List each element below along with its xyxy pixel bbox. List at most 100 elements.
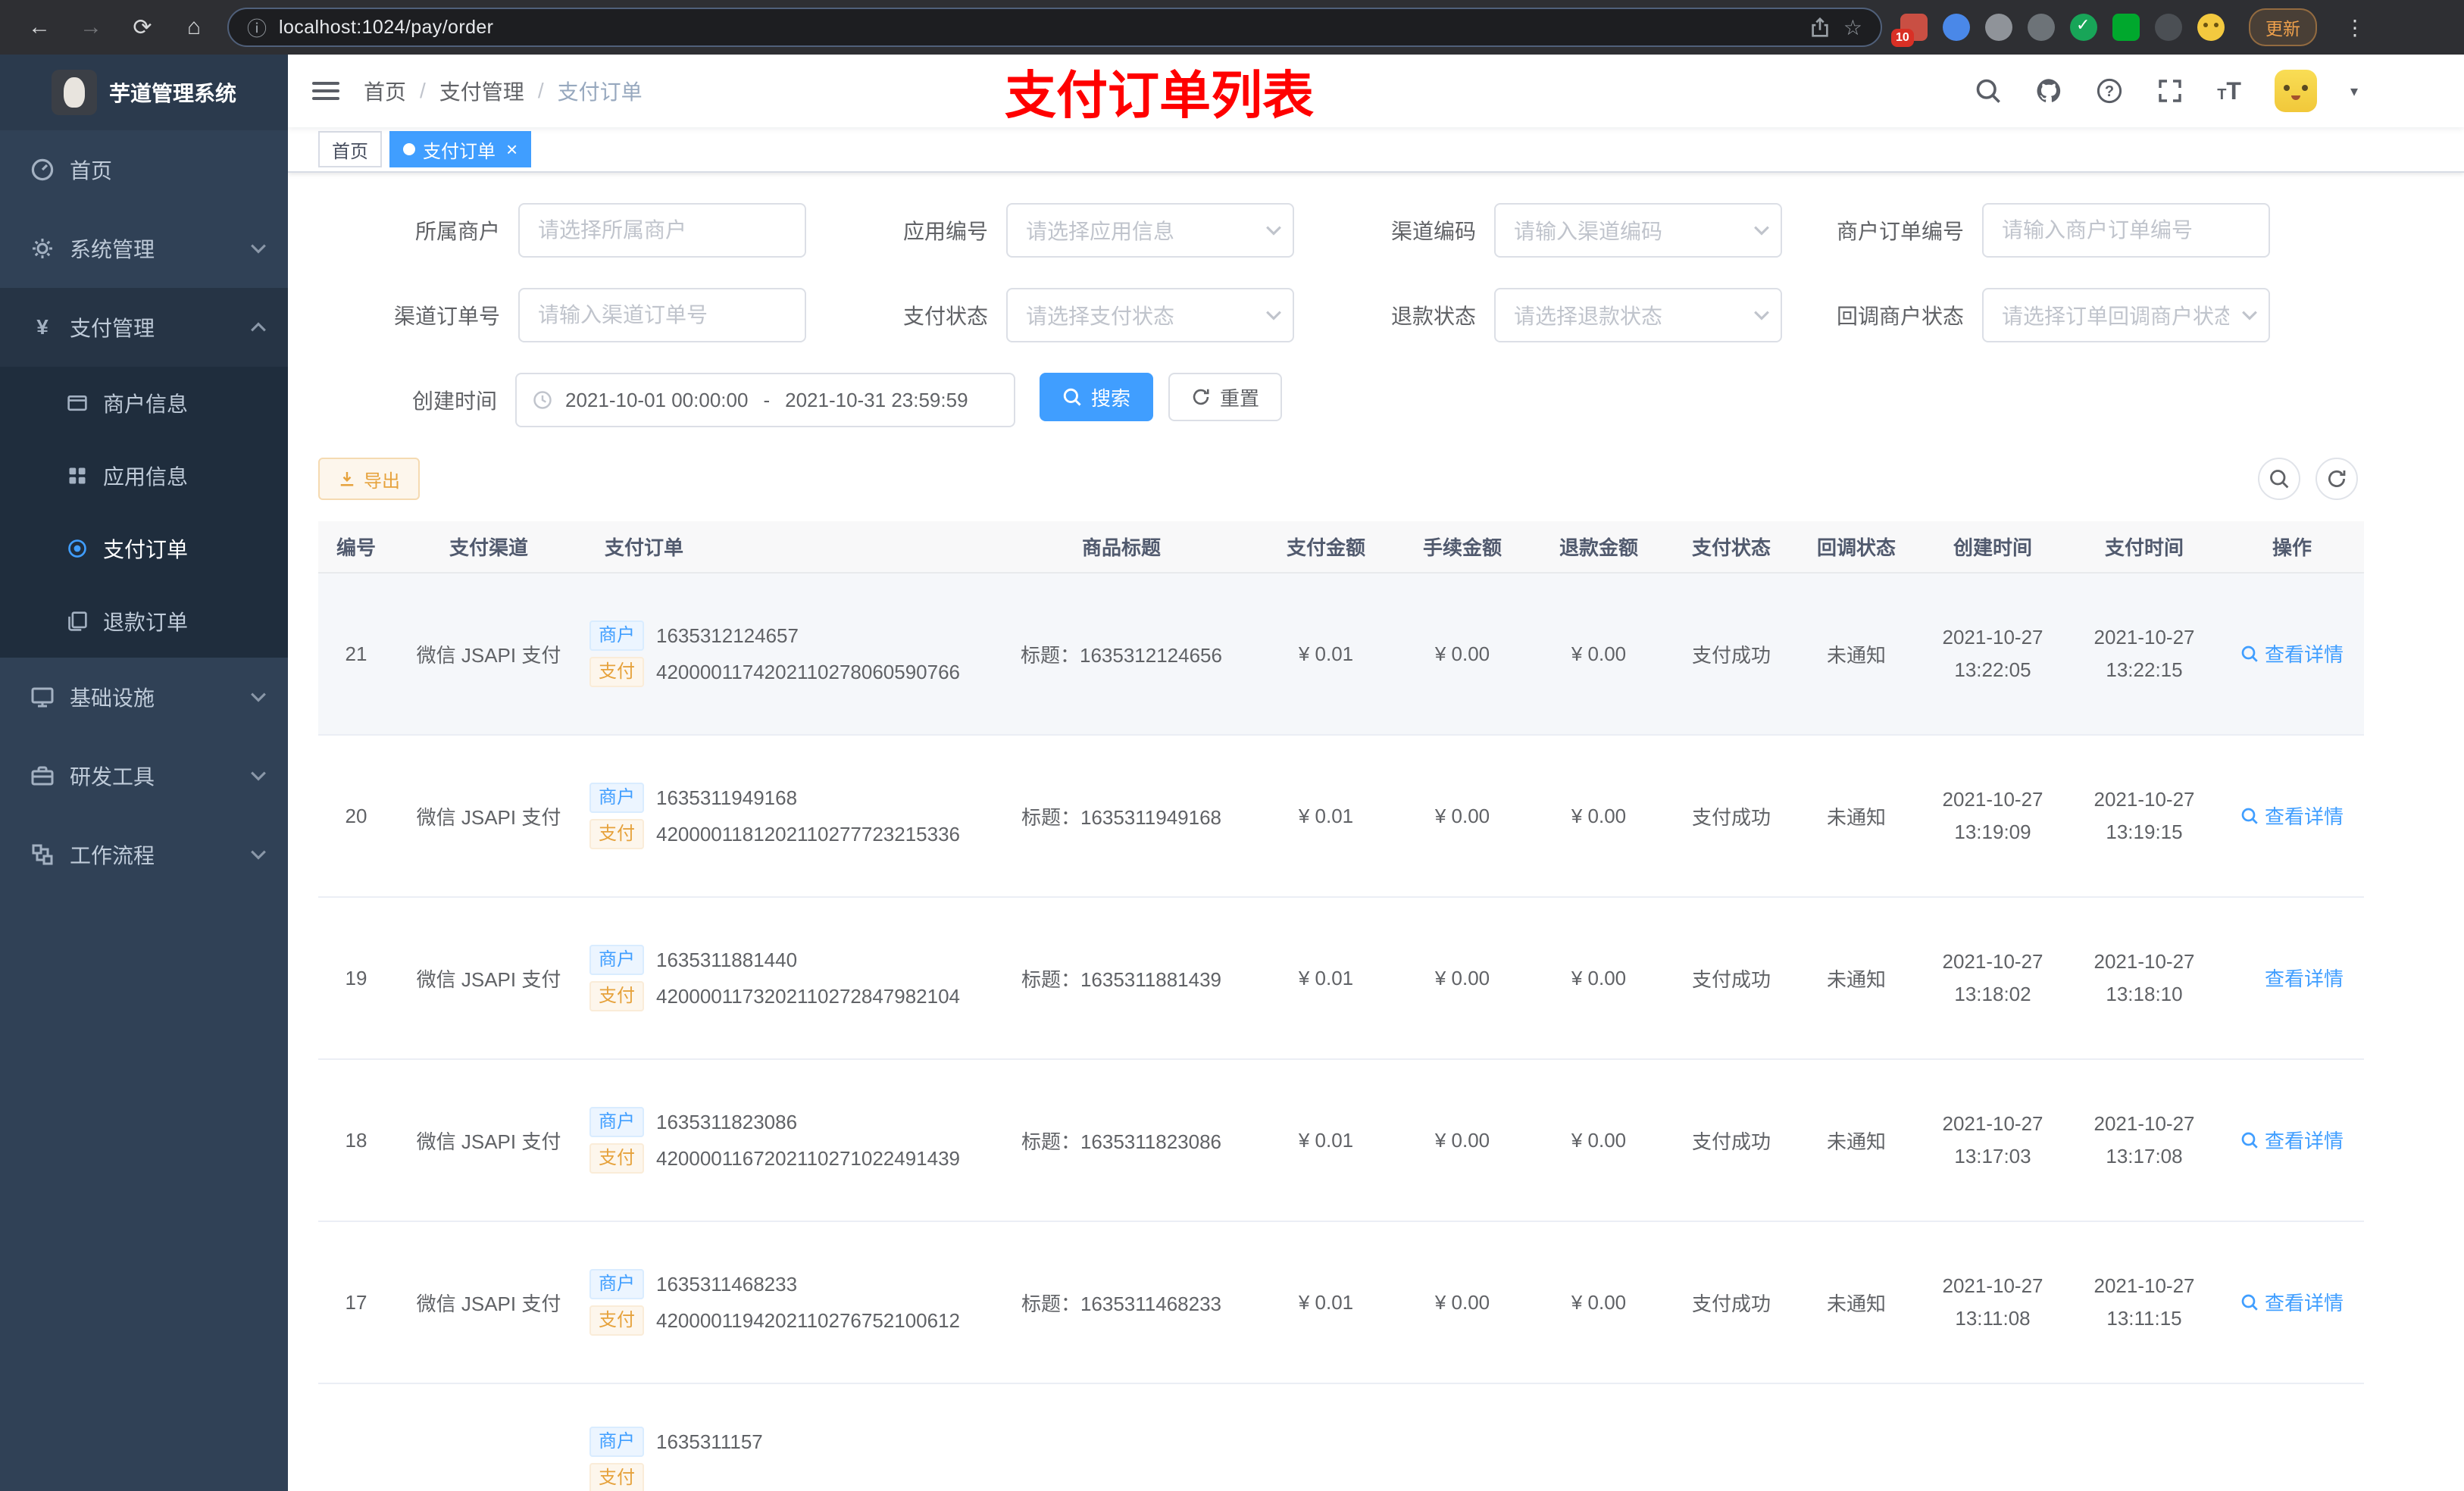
sidebar-item-label: 首页: [70, 159, 113, 183]
search-icon[interactable]: [1975, 77, 2002, 105]
browser-back-icon[interactable]: ←: [24, 14, 55, 40]
caret-down-icon[interactable]: ▾: [2350, 82, 2358, 101]
export-button[interactable]: 导出: [318, 458, 420, 500]
extension-icon-1[interactable]: 10: [1891, 14, 1928, 47]
chevron-down-icon: [1753, 310, 1770, 320]
breadcrumb-separator: /: [420, 79, 426, 102]
filter-refund-status: 退款状态 请选择退款状态: [1294, 288, 1782, 342]
title-cell: 标题：1635312124656: [985, 573, 1258, 736]
extension-icon-3[interactable]: [1985, 14, 2012, 41]
title-cell: 标题：1635311468233: [985, 1221, 1258, 1384]
merchant-badge: 商户: [589, 620, 644, 651]
help-icon[interactable]: ?: [2096, 77, 2123, 105]
search-button[interactable]: 搜索: [1040, 373, 1154, 421]
share-icon[interactable]: [1809, 16, 1831, 39]
sidebar-item-devtools[interactable]: 研发工具: [0, 736, 288, 815]
sidebar-subitem-app-info[interactable]: 应用信息: [0, 439, 288, 512]
tab-home[interactable]: 首页: [318, 131, 382, 167]
refund-status-select[interactable]: 请选择退款状态: [1494, 288, 1782, 342]
reset-button[interactable]: 重置: [1168, 373, 1283, 421]
filter-label: 回调商户状态: [1836, 305, 1964, 328]
close-icon[interactable]: ×: [506, 139, 518, 159]
browser-update-button[interactable]: 更新: [2249, 8, 2317, 46]
status-cell: 支付成功: [1667, 1059, 1796, 1222]
action-cell: 查看详情: [2220, 897, 2364, 1060]
document-icon: [67, 611, 88, 632]
breadcrumb-payment[interactable]: 支付管理: [439, 76, 524, 106]
notify-cell: 未通知: [1796, 1059, 1917, 1222]
view-detail-link[interactable]: 查看详情: [2240, 639, 2344, 667]
refresh-button[interactable]: [2315, 458, 2358, 500]
table-header-row: 编号 支付渠道 支付订单 商品标题 支付金额 手续金额 退款金额 支付状态 回调…: [318, 521, 2364, 574]
sidebar-subitem-merchant-info[interactable]: 商户信息: [0, 367, 288, 439]
sidebar-subitem-label: 商户信息: [103, 392, 189, 416]
sidebar-subitem-pay-order[interactable]: 支付订单: [0, 512, 288, 585]
browser-nav-buttons: ← → ⟳ ⌂: [15, 14, 218, 41]
pay-status-select[interactable]: 请选择支付状态: [1006, 288, 1294, 342]
sidebar-item-payment[interactable]: ¥ 支付管理: [0, 288, 288, 367]
table-toolbar: 导出: [318, 458, 2434, 500]
search-toggle-button[interactable]: [2258, 458, 2300, 500]
browser-forward-icon[interactable]: →: [76, 14, 106, 40]
create-time-cell: 2021-10-27 13:22:05: [1917, 573, 2068, 736]
view-detail-link[interactable]: 查看详情: [2240, 1288, 2344, 1316]
chevron-down-icon: [1265, 310, 1282, 320]
sidebar-subitem-refund-order[interactable]: 退款订单: [0, 585, 288, 658]
col-create-time: 创建时间: [1917, 521, 2068, 574]
id-cell: 18: [318, 1059, 394, 1222]
main-area: 首页 / 支付管理 / 支付订单 支付订单列表 ? TT ▾ 首页 支付订单 ×…: [288, 55, 2464, 1491]
notify-cell: 未通知: [1796, 573, 1917, 736]
notify-status-select[interactable]: 请选择订单回调商户状态: [1982, 288, 2270, 342]
browser-home-icon[interactable]: ⌂: [179, 14, 209, 40]
channel-cell: 微信 JSAPI 支付: [394, 573, 583, 736]
profile-avatar-icon[interactable]: [2197, 14, 2225, 41]
tab-label: 支付订单: [423, 141, 496, 162]
breadcrumb-home[interactable]: 首页: [364, 76, 406, 106]
channel-order-no-input[interactable]: [518, 288, 806, 342]
breadcrumb: 首页 / 支付管理 / 支付订单: [364, 76, 643, 106]
sidebar-item-infra[interactable]: 基础设施: [0, 658, 288, 736]
sidebar-item-workflow[interactable]: 工作流程: [0, 815, 288, 894]
title-cell: 标题：1635311881439: [985, 897, 1258, 1060]
fullscreen-icon[interactable]: [2156, 77, 2184, 105]
order-cell: 商户 1635311881440 支付 4200001173202110272847…: [583, 897, 985, 1060]
url-bar[interactable]: ⓘ localhost:1024/pay/order ☆: [227, 8, 1882, 47]
table-row: 17 微信 JSAPI 支付 商户 1635311468233 支付 4200001…: [318, 1221, 2364, 1384]
fee-cell: ¥ 0.00: [1394, 735, 1531, 898]
notify-cell: 未通知: [1796, 735, 1917, 898]
tab-pay-order[interactable]: 支付订单 ×: [389, 131, 532, 167]
font-size-icon[interactable]: TT: [2217, 77, 2241, 105]
user-avatar[interactable]: [2274, 70, 2317, 112]
col-id: 编号: [318, 521, 394, 574]
view-detail-link[interactable]: 查看详情: [2240, 964, 2344, 992]
sidebar-item-system[interactable]: 系统管理: [0, 209, 288, 288]
extension-icon-4[interactable]: [2028, 14, 2055, 41]
view-detail-link[interactable]: 查看详情: [2240, 802, 2344, 830]
fee-cell: ¥ 0.00: [1394, 573, 1531, 736]
date-range-input[interactable]: 2021-10-01 00:00:00 - 2021-10-31 23:59:5…: [515, 373, 1015, 427]
navbar-actions: ? TT ▾: [1975, 70, 2358, 112]
site-info-icon[interactable]: ⓘ: [247, 14, 267, 42]
amount-cell: ¥ 0.01: [1258, 735, 1394, 898]
browser-reload-icon[interactable]: ⟳: [127, 14, 158, 41]
order-cell: 商户 1635311949168 支付 4200001181202110277723…: [583, 735, 985, 898]
bookmark-star-icon[interactable]: ☆: [1843, 15, 1862, 40]
view-detail-link[interactable]: 查看详情: [2240, 1126, 2344, 1154]
sidebar-item-home[interactable]: 首页: [0, 130, 288, 209]
title-cell: 标题：1635311949168: [985, 735, 1258, 898]
app-id-select[interactable]: 请选择应用信息: [1006, 203, 1294, 258]
sidebar-item-label: 支付管理: [70, 317, 155, 340]
refresh-icon: [1191, 387, 1211, 407]
merchant-order-no-input[interactable]: [1982, 203, 2270, 258]
extension-icon-7[interactable]: [2155, 14, 2182, 41]
extension-icon-6[interactable]: [2112, 14, 2140, 41]
menu-fold-icon[interactable]: [312, 82, 339, 100]
extension-icon-2[interactable]: [1943, 14, 1970, 41]
pay-badge: 支付: [589, 981, 644, 1011]
channel-code-select[interactable]: 请输入渠道编码: [1494, 203, 1782, 258]
extension-icon-5[interactable]: [2070, 14, 2097, 41]
merchant-input[interactable]: [518, 203, 806, 258]
github-icon[interactable]: [2035, 77, 2062, 105]
browser-menu-icon[interactable]: ⋮: [2344, 15, 2366, 40]
col-refund: 退款金额: [1531, 521, 1667, 574]
